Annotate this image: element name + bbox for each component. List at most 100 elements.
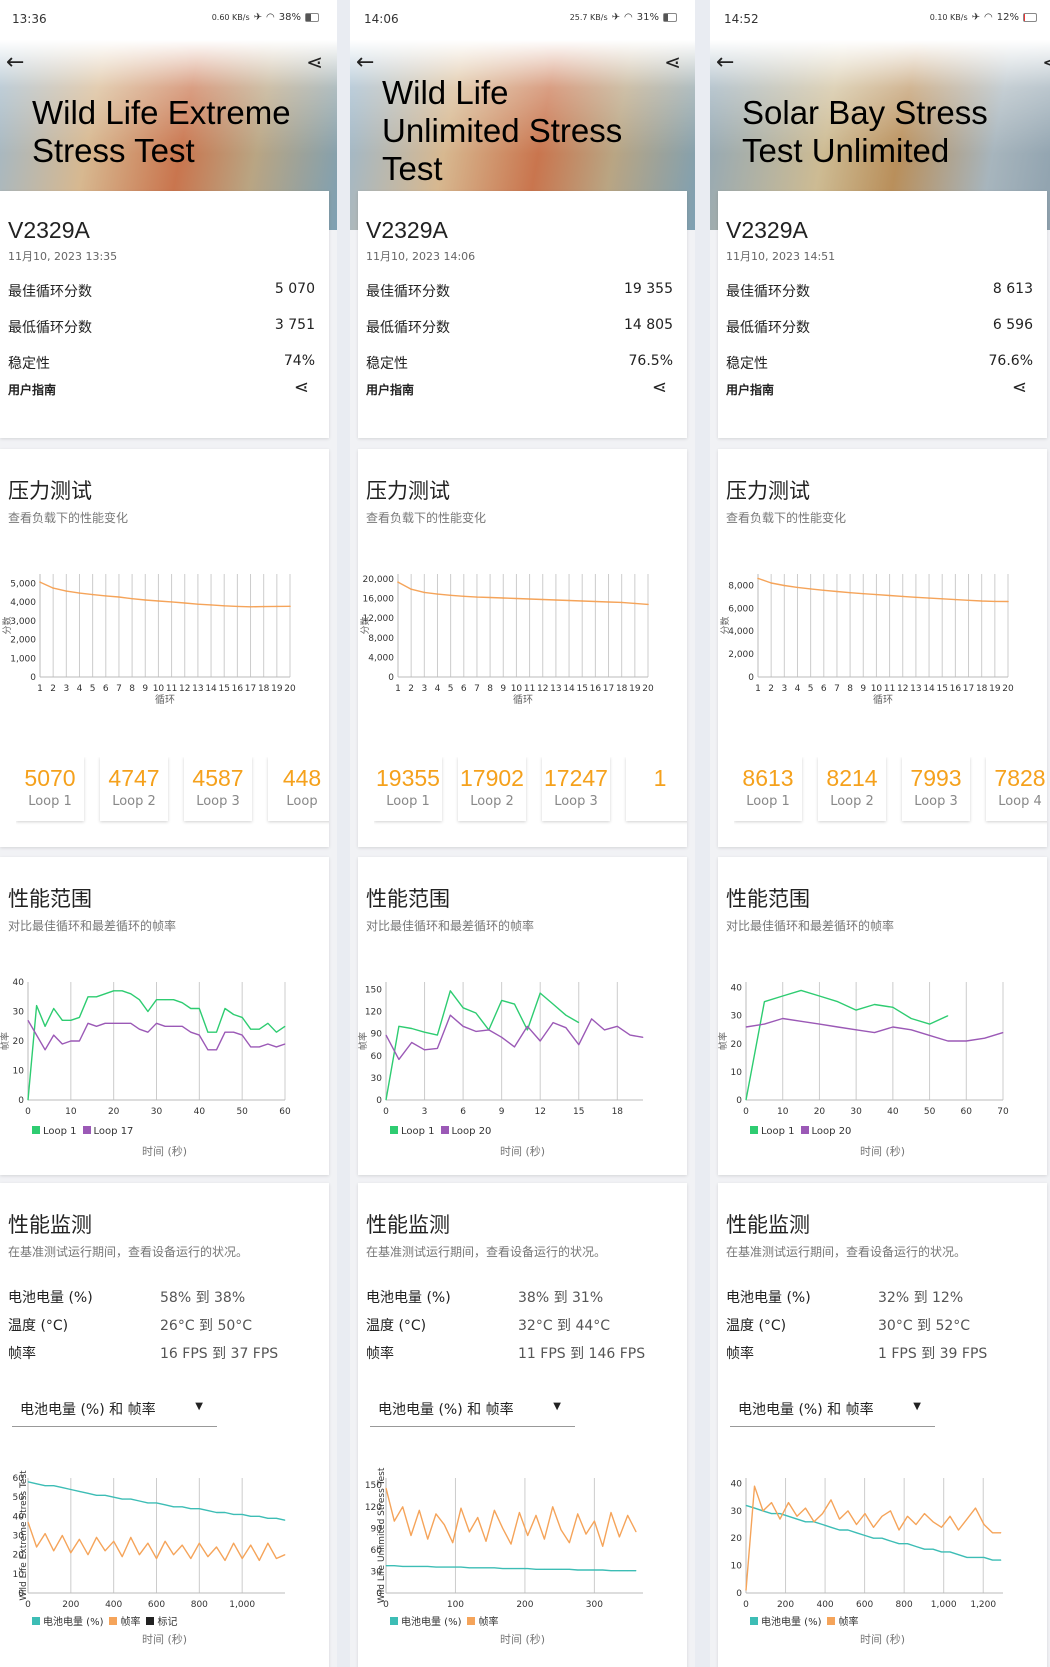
share-icon[interactable]: ⋖ <box>1012 377 1027 398</box>
loop-score-tile[interactable]: 8214 Loop 2 <box>818 757 886 821</box>
data-point <box>771 1502 772 1504</box>
y-tick-label: 0 <box>376 1096 382 1106</box>
data-point <box>198 1508 200 1510</box>
data-point <box>949 1551 951 1553</box>
stat-label: 最低循环分数 <box>366 320 450 336</box>
loop-score-tile[interactable]: 4587 Loop 3 <box>184 757 252 821</box>
x-tick-label: 0 <box>25 1107 31 1117</box>
loop-score-list[interactable]: 5070 Loop 1 4747 Loop 2 4587 Loop 3 448 Loop <box>16 757 329 825</box>
data-point <box>585 1569 587 1571</box>
data-point <box>837 1001 839 1003</box>
loop-label: Loop 2 <box>470 794 514 809</box>
data-point <box>502 597 505 599</box>
y-tick-label: 40 <box>13 978 25 988</box>
performance-monitor-card: 性能监测 在基准测试运行期间，查看设备运行的状况。 电池电量 (%) 32% 到 12… <box>718 1183 1047 1667</box>
chevron-down-icon: ▼ <box>913 1401 921 1412</box>
share-icon[interactable]: ⋖ <box>294 377 309 398</box>
data-point <box>782 1018 784 1019</box>
user-guide-link[interactable]: 用户指南 <box>726 381 774 398</box>
series-line-loop-1 <box>745 989 949 1101</box>
data-point <box>104 1550 106 1552</box>
legend-swatch <box>440 1126 449 1134</box>
loop-score-tile[interactable]: 4747 Loop 2 <box>100 757 168 821</box>
loop-score-tile[interactable]: 8613 Loop 1 <box>734 757 802 821</box>
data-point <box>501 1000 503 1001</box>
wifi-icon: ◠ <box>984 12 993 23</box>
x-tick-label: 5 <box>90 684 96 694</box>
x-axis-label: 时间 (秒) <box>499 1633 546 1646</box>
stat-value: 76.5% <box>628 353 673 369</box>
data-point <box>131 597 133 600</box>
data-point <box>224 1560 226 1561</box>
x-tick-label: 400 <box>105 1600 122 1610</box>
series-line-- <box>385 1487 637 1548</box>
data-point <box>79 1491 80 1492</box>
data-point <box>552 1568 554 1570</box>
data-point <box>813 1521 815 1523</box>
metric-dropdown[interactable]: 电池电量 (%) 和 帧率 ▼ <box>12 1393 217 1427</box>
x-axis-label: 时间 (秒) <box>499 1145 546 1158</box>
series-line-score <box>397 581 649 606</box>
loop-score-list[interactable]: 8613 Loop 1 8214 Loop 2 7993 Loop 3 7828 Loop 4 <box>734 757 1047 825</box>
data-point <box>822 589 825 592</box>
x-tick-label: 50 <box>236 1107 248 1117</box>
back-button[interactable]: ← <box>716 50 734 75</box>
user-guide-link[interactable]: 用户指南 <box>366 381 414 398</box>
data-point <box>980 600 983 602</box>
legend-swatch <box>467 1617 476 1625</box>
x-tick-label: 4 <box>435 684 441 694</box>
user-guide-link[interactable]: 用户指南 <box>8 381 56 398</box>
data-point <box>618 1536 620 1538</box>
y-tick-label: 20 <box>731 1534 743 1544</box>
loop-score-tile[interactable]: 7828 Loop 4 <box>986 757 1047 821</box>
metric-dropdown[interactable]: 电池电量 (%) 和 帧率 ▼ <box>370 1393 575 1427</box>
back-button[interactable]: ← <box>356 50 374 75</box>
back-button[interactable]: ← <box>6 50 24 75</box>
chart-score: 1 2 3 4 5 6 7 8 9 10 11 12 13 14 15 16 17 18 19 2004,0008,0… <box>359 574 654 706</box>
data-point <box>452 1566 454 1568</box>
loop-score: 7993 <box>910 765 962 791</box>
data-point <box>87 996 89 998</box>
loop-label: Loop 3 <box>554 794 598 809</box>
loop-score-tile[interactable]: 17247 Loop 3 <box>542 757 610 821</box>
stat-label: 稳定性 <box>726 356 768 372</box>
data-point <box>157 600 160 602</box>
chart-monitor: 0 200 400 600 800 1,0000102030405060Wild Life… <box>13 1470 286 1610</box>
metric-dropdown[interactable]: 电池电量 (%) 和 帧率 ▼ <box>730 1393 935 1427</box>
data-point <box>436 593 439 595</box>
data-point <box>910 1029 912 1031</box>
loop-score: 7828 <box>994 765 1046 791</box>
data-point <box>462 595 465 598</box>
data-point <box>104 993 106 995</box>
data-point <box>941 598 944 600</box>
loop-score-tile[interactable]: 17902 Loop 2 <box>458 757 526 821</box>
share-button[interactable]: ⋖ <box>1042 50 1050 74</box>
data-point <box>992 1532 993 1534</box>
y-tick-label: 2,000 <box>728 650 754 660</box>
loop-score-tile[interactable]: 448 Loop <box>268 757 329 821</box>
data-point <box>411 1042 413 1043</box>
data-point <box>27 1481 29 1483</box>
share-button[interactable]: ⋖ <box>664 50 681 74</box>
data-point <box>236 605 239 608</box>
data-point <box>44 1049 46 1051</box>
loop-score-list[interactable]: 19355 Loop 1 17902 Loop 2 17247 Loop 3 1 <box>374 757 687 825</box>
x-tick-label: 2 <box>50 684 56 694</box>
data-point <box>992 1559 993 1561</box>
x-tick-label: 6 <box>460 1107 466 1117</box>
loop-score-tile[interactable]: 1 <box>626 757 687 821</box>
share-icon[interactable]: ⋖ <box>652 377 667 398</box>
loop-score-tile[interactable]: 19355 Loop 1 <box>374 757 442 821</box>
x-tick-label: 17 <box>603 684 614 694</box>
share-button[interactable]: ⋖ <box>306 50 323 74</box>
data-point <box>949 1515 951 1517</box>
loop-score-tile[interactable]: 7993 Loop 3 <box>902 757 970 821</box>
stat-row: 稳定性 76.5% <box>366 353 673 373</box>
monitor-row: 帧率 16 FPS 到 37 FPS <box>8 1343 278 1363</box>
x-tick-label: 18 <box>612 1107 624 1117</box>
x-tick-label: 14 <box>923 684 935 694</box>
data-point <box>224 1008 226 1009</box>
stat-row: 最佳循环分数 8 613 <box>726 281 1033 301</box>
monitor-label: 温度 (°C) <box>366 1318 427 1334</box>
loop-score-tile[interactable]: 5070 Loop 1 <box>16 757 84 821</box>
